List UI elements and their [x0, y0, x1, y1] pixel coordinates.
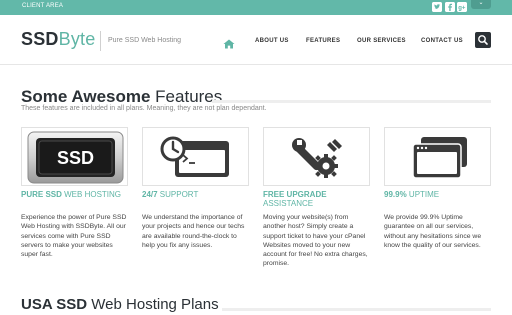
- home-icon[interactable]: [223, 36, 235, 49]
- ssd-badge-icon: SSD: [27, 131, 124, 184]
- feature-title-pure-ssd: PURE SSD WEB HOSTING: [21, 190, 129, 199]
- site-tagline: Pure SSD Web Hosting: [108, 37, 182, 44]
- nav-our-services[interactable]: OUR SERVICES: [357, 38, 406, 44]
- search-button[interactable]: [475, 32, 491, 48]
- feature-title-rest: ASSISTANCE: [263, 199, 314, 208]
- feature-description-uptime: We provide 99.9% Uptime guarantee on all…: [384, 214, 482, 249]
- clock-terminal-icon: [160, 136, 229, 177]
- client-area-link[interactable]: CLIENT AREA: [22, 3, 63, 9]
- logo-text-byte: Byte: [58, 29, 96, 49]
- logo-text-ssd: SSD: [21, 29, 59, 49]
- logo-divider: [100, 31, 101, 51]
- feature-title-rest: UPTIME: [406, 190, 440, 199]
- ssd-badge-label: SSD: [57, 148, 94, 168]
- feature-title-bold: 99.9%: [384, 190, 407, 199]
- feature-title-uptime: 99.9% UPTIME: [384, 190, 492, 199]
- feature-card-uptime: [384, 127, 491, 186]
- topbar-dropdown-toggle[interactable]: ⌄: [471, 0, 491, 9]
- plans-heading-rule: [222, 308, 491, 311]
- browser-windows-icon: [412, 137, 467, 179]
- features-heading-bold: Some Awesome: [21, 87, 151, 106]
- site-logo[interactable]: SSDByte: [21, 29, 95, 50]
- feature-title-free-upgrade: FREE UPGRADE ASSISTANCE: [263, 190, 371, 208]
- site-header: SSDByte Pure SSD Web Hosting ABOUT US FE…: [0, 15, 512, 65]
- wrench-gear-icon: [292, 138, 342, 178]
- plans-heading-rest: Web Hosting Plans: [87, 296, 219, 313]
- feature-title-rest: WEB HOSTING: [61, 190, 122, 199]
- nav-features[interactable]: FEATURES: [306, 38, 340, 44]
- feature-description-free-upgrade: Moving your website(s) from another host…: [263, 214, 368, 268]
- plans-heading-bold: USA SSD: [21, 296, 88, 313]
- feature-card-free-upgrade: [263, 127, 370, 186]
- feature-title-support: 24/7 SUPPORT: [142, 190, 250, 199]
- features-heading-rest: Features: [150, 87, 223, 106]
- feature-title-rest: SUPPORT: [157, 190, 199, 199]
- features-heading: Some Awesome Features: [21, 87, 222, 107]
- nav-contact-us[interactable]: CONTACT US: [421, 38, 463, 44]
- nav-about-us[interactable]: ABOUT US: [255, 38, 289, 44]
- feature-card-support: [142, 127, 249, 186]
- feature-description-support: We understand the importance of your pro…: [142, 214, 245, 249]
- features-heading-rule: [212, 100, 491, 103]
- feature-card-pure-ssd: SSD: [21, 127, 128, 186]
- twitter-icon[interactable]: [432, 2, 442, 12]
- svg-text:g+: g+: [458, 5, 466, 11]
- search-icon: [478, 35, 488, 45]
- google-plus-icon[interactable]: g+: [457, 2, 467, 12]
- feature-title-bold: PURE SSD: [21, 190, 62, 199]
- feature-title-bold: 24/7: [142, 190, 158, 199]
- facebook-icon[interactable]: [445, 2, 455, 12]
- plans-heading: USA SSD Web Hosting Plans: [21, 296, 219, 313]
- feature-description-pure-ssd: Experience the power of Pure SSD Web Hos…: [21, 214, 127, 259]
- top-bar: CLIENT AREA g+ ⌄: [0, 0, 512, 15]
- feature-title-bold: FREE UPGRADE: [263, 190, 327, 199]
- features-subtitle: These features are included in all plans…: [21, 105, 267, 112]
